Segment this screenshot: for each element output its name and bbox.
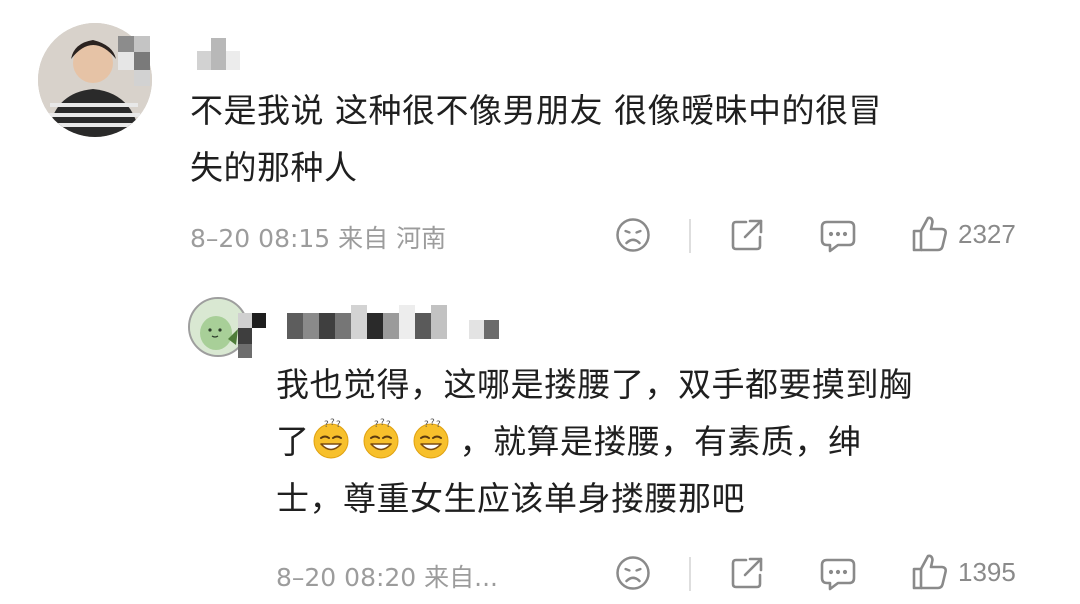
share-icon xyxy=(731,557,763,589)
svg-text:?: ? xyxy=(436,420,441,430)
like-count: 2327 xyxy=(958,218,1016,249)
reply-text: 我也觉得，这哪是搂腰了，双手都要摸到胸 了????????? ，就算是搂腰，有素质… xyxy=(276,356,1066,527)
comment-bubble-icon xyxy=(820,558,856,591)
svg-text:?: ? xyxy=(430,418,435,428)
reply-text-line: 我也觉得，这哪是搂腰了，双手都要摸到胸 xyxy=(276,365,913,404)
comment-bubble-icon xyxy=(820,220,856,253)
dizzy-smile-emoji: ??? xyxy=(363,418,398,459)
thumbs-up-icon xyxy=(912,216,947,252)
svg-text:?: ? xyxy=(380,418,385,428)
dislike-face-icon xyxy=(616,556,650,590)
dislike-button[interactable] xyxy=(614,554,652,592)
emoji-group: ????????? xyxy=(310,418,460,461)
share-button[interactable] xyxy=(728,554,766,592)
comment-button[interactable] xyxy=(818,554,858,592)
action-divider xyxy=(689,557,691,591)
comment-text: 不是我说 这种很不像男朋友 很像暧昧中的很冒 失的那种人 xyxy=(190,82,1050,196)
like-count: 1395 xyxy=(958,556,1016,587)
svg-text:?: ? xyxy=(424,420,429,430)
reply-text-line: 了????????? ，就算是搂腰，有素质，绅 xyxy=(276,413,1066,470)
like-button[interactable]: 2327 xyxy=(910,214,1016,254)
comment-meta: 8–20 08:15 来自 河南 xyxy=(190,224,447,253)
comment-text-line: 不是我说 这种很不像男朋友 很像暧昧中的很冒 xyxy=(190,91,882,130)
svg-text:?: ? xyxy=(386,420,391,430)
share-button[interactable] xyxy=(728,216,766,254)
reply-meta: 8–20 08:20 来自... xyxy=(276,563,498,592)
comment-text-line: 失的那种人 xyxy=(190,148,358,187)
svg-text:?: ? xyxy=(330,418,335,428)
svg-text:?: ? xyxy=(374,420,379,430)
dizzy-smile-emoji: ??? xyxy=(413,418,448,459)
dislike-button[interactable] xyxy=(614,216,652,254)
reply-text-line: 士，尊重女生应该单身搂腰那吧 xyxy=(276,479,745,518)
dislike-face-icon xyxy=(616,218,650,252)
svg-text:?: ? xyxy=(324,420,329,430)
reply-text-fragment: ，就算是搂腰，有素质，绅 xyxy=(459,422,862,461)
like-button[interactable]: 1395 xyxy=(910,552,1016,592)
dizzy-smile-emoji: ??? xyxy=(313,418,348,459)
svg-text:?: ? xyxy=(336,420,341,430)
reply-text-fragment: 了 xyxy=(276,422,310,461)
thumbs-up-icon xyxy=(912,554,947,590)
share-icon xyxy=(731,219,763,251)
action-divider xyxy=(689,219,691,253)
comment-button[interactable] xyxy=(818,216,858,254)
